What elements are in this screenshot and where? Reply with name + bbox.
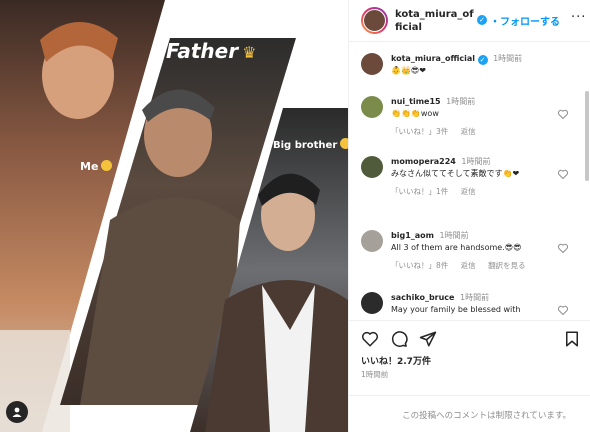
comment-text: May your family be blessed with <box>391 305 521 314</box>
comment-username[interactable]: sachiko_bruce <box>391 293 454 302</box>
comment-avatar[interactable] <box>361 96 383 118</box>
comment-username[interactable]: momopera224 <box>391 157 456 166</box>
post-side-panel: kota_miura_official ✓ ・フォローする ··· kota_m… <box>348 0 590 432</box>
more-options-icon[interactable]: ··· <box>571 10 586 25</box>
comment-likes[interactable]: 「いいね！」8件 <box>391 261 448 270</box>
comment-likes[interactable]: 「いいね！」3件 <box>391 127 448 136</box>
like-comment-heart-icon[interactable] <box>557 304 569 316</box>
comment-text: みなさん似ててそして素敵です👏❤ <box>391 169 520 178</box>
comment-username[interactable]: nui_time15 <box>391 97 441 106</box>
comments-scrollbar[interactable] <box>585 91 589 181</box>
tagged-user-button[interactable] <box>6 401 28 423</box>
label-father: Father ♛ <box>166 39 257 63</box>
comment-time: 1時間前 <box>439 231 469 240</box>
post-timestamp[interactable]: 1時間前 <box>361 369 388 380</box>
verified-badge-icon: ✓ <box>477 15 487 25</box>
like-comment-heart-icon[interactable] <box>557 108 569 120</box>
comment-time: 1時間前 <box>460 293 490 302</box>
reply-button[interactable]: 返信 <box>461 261 476 270</box>
comment-likes[interactable]: 「いいね！」1件 <box>391 187 448 196</box>
caption-avatar[interactable] <box>361 53 383 75</box>
sunglasses-emoji-icon <box>340 138 348 149</box>
author-avatar[interactable] <box>361 7 388 34</box>
comment-avatar[interactable] <box>361 230 383 252</box>
comment-time: 1時間前 <box>461 157 491 166</box>
comment-text: 👏👏👏wow <box>391 109 439 118</box>
action-bar: いいね！2.7万件 1時間前 <box>349 320 590 406</box>
label-me: Me <box>80 160 113 173</box>
comment-text: All 3 of them are handsome.😎😎 <box>391 243 522 252</box>
crown-emoji-icon: ♛ <box>242 43 257 62</box>
post-photo[interactable]: Me Father ♛ Big brother <box>0 0 348 432</box>
translate-button[interactable]: 翻訳を見る <box>488 261 526 270</box>
post-header: kota_miura_official ✓ ・フォローする ··· <box>349 0 590 42</box>
label-big-brother: Big brother <box>273 138 348 151</box>
save-bookmark-icon[interactable] <box>563 330 581 348</box>
comment-avatar[interactable] <box>361 156 383 178</box>
baby-emoji-icon <box>101 160 113 171</box>
photo-collage <box>0 0 348 432</box>
comments-list[interactable]: kota_miura_official ✓ 1時間前 👶👑😎❤ nui_time… <box>349 43 590 320</box>
verified-badge-icon: ✓ <box>477 55 488 65</box>
follow-button[interactable]: ・フォローする <box>490 13 560 28</box>
caption-username[interactable]: kota_miura_official <box>391 54 475 63</box>
like-comment-heart-icon[interactable] <box>557 168 569 180</box>
reply-button[interactable]: 返信 <box>461 187 476 196</box>
comment-bubble-icon[interactable] <box>390 330 408 348</box>
caption-time: 1時間前 <box>493 54 523 63</box>
comments-restricted-notice: この投稿へのコメントは制限されています。 <box>349 395 590 432</box>
author-username[interactable]: kota_miura_official <box>395 8 475 34</box>
comment-username[interactable]: big1_aom <box>391 231 434 240</box>
caption-text: 👶👑😎❤ <box>391 66 426 75</box>
like-heart-icon[interactable] <box>361 330 379 348</box>
share-paper-plane-icon[interactable] <box>419 330 437 348</box>
likes-count[interactable]: いいね！2.7万件 <box>361 354 431 367</box>
like-comment-heart-icon[interactable] <box>557 242 569 254</box>
user-icon <box>12 407 22 417</box>
reply-button[interactable]: 返信 <box>461 127 476 136</box>
comment-avatar[interactable] <box>361 292 383 314</box>
comment-time: 1時間前 <box>446 97 476 106</box>
